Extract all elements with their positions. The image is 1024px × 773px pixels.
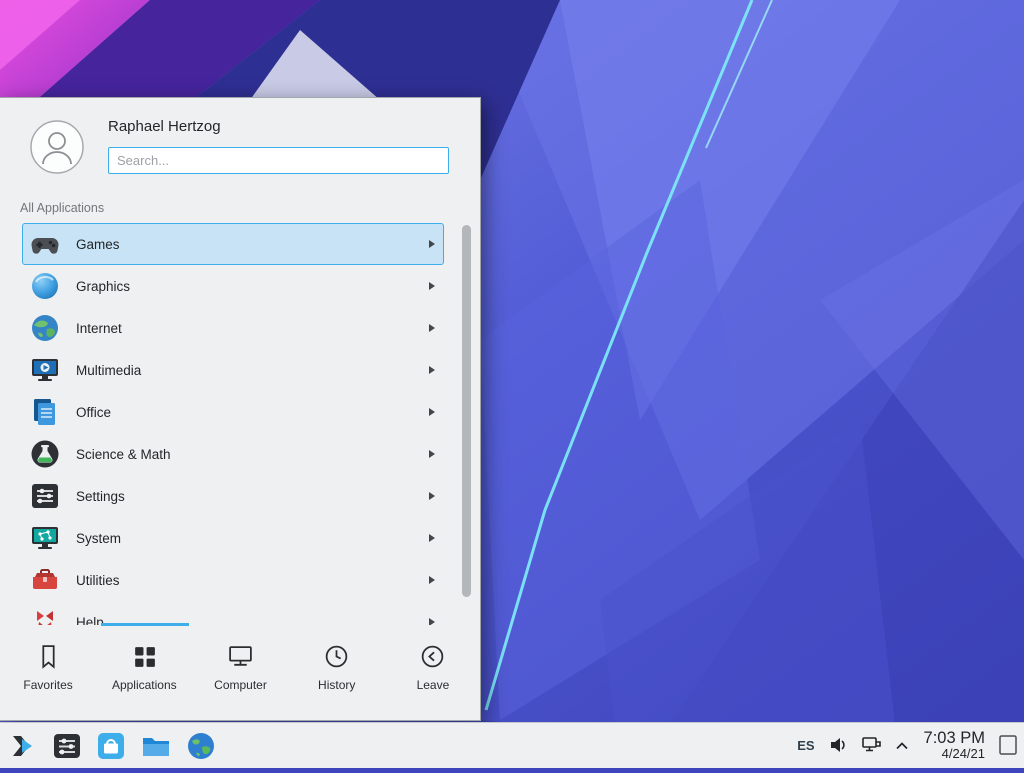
chevron-right-icon xyxy=(429,408,435,416)
tab-leave[interactable]: Leave xyxy=(385,623,481,720)
system-monitor-icon xyxy=(29,522,61,554)
graphics-orb-icon xyxy=(29,270,61,302)
category-science-math[interactable]: Science & Math xyxy=(22,433,444,475)
network-icon[interactable] xyxy=(861,735,883,755)
category-multimedia[interactable]: Multimedia xyxy=(22,349,444,391)
category-label: Science & Math xyxy=(76,447,429,462)
monitor-play-icon xyxy=(29,354,61,386)
clock-date: 4/24/21 xyxy=(924,747,985,762)
category-label: Multimedia xyxy=(76,363,429,378)
category-settings[interactable]: Settings xyxy=(22,475,444,517)
active-tab-indicator xyxy=(101,623,189,626)
chevron-right-icon xyxy=(429,240,435,248)
gamepad-icon xyxy=(29,228,61,260)
app-launcher-icon[interactable] xyxy=(8,731,38,761)
tab-favorites[interactable]: Favorites xyxy=(0,623,96,720)
category-label: Graphics xyxy=(76,279,429,294)
settings-app-icon[interactable] xyxy=(52,731,82,761)
globe-icon xyxy=(29,312,61,344)
tab-label: Favorites xyxy=(23,678,72,692)
chevron-right-icon xyxy=(429,324,435,332)
volume-icon[interactable] xyxy=(828,735,848,755)
category-label: Utilities xyxy=(76,573,429,588)
computer-icon xyxy=(227,643,254,670)
app-category-list: Games Graphics Internet xyxy=(0,223,481,625)
tab-applications[interactable]: Applications xyxy=(96,623,192,720)
flask-icon xyxy=(29,438,61,470)
user-avatar[interactable] xyxy=(30,120,84,174)
web-browser-icon[interactable] xyxy=(186,731,216,761)
user-icon xyxy=(30,120,84,174)
leave-icon xyxy=(419,643,446,670)
chevron-right-icon xyxy=(429,450,435,458)
launcher-tab-bar: Favorites Applications Computer History xyxy=(0,623,481,720)
chevron-right-icon xyxy=(429,366,435,374)
toolbox-icon xyxy=(29,564,61,596)
taskbar-launchers xyxy=(8,731,216,761)
clock-icon xyxy=(323,643,350,670)
system-tray: ES 7:03 PM 4/24/21 xyxy=(797,729,1018,762)
list-scrollbar[interactable] xyxy=(462,225,471,597)
category-label: Office xyxy=(76,405,429,420)
tray-expander-icon[interactable] xyxy=(896,741,908,750)
sliders-icon xyxy=(29,480,61,512)
category-utilities[interactable]: Utilities xyxy=(22,559,444,601)
bookmark-icon xyxy=(35,643,62,670)
category-help[interactable]: Help xyxy=(22,601,444,625)
software-center-icon[interactable] xyxy=(96,731,126,761)
category-office[interactable]: Office xyxy=(22,391,444,433)
chevron-right-icon xyxy=(429,492,435,500)
search-input[interactable] xyxy=(108,147,449,174)
clock-time: 7:03 PM xyxy=(924,729,985,747)
chevron-right-icon xyxy=(429,282,435,290)
tab-label: Applications xyxy=(112,678,177,692)
category-internet[interactable]: Internet xyxy=(22,307,444,349)
chevron-right-icon xyxy=(429,534,435,542)
tab-label: Computer xyxy=(214,678,267,692)
keyboard-layout-indicator[interactable]: ES xyxy=(797,738,814,753)
category-graphics[interactable]: Graphics xyxy=(22,265,444,307)
category-label: Internet xyxy=(76,321,429,336)
tab-label: History xyxy=(318,678,355,692)
application-launcher-menu: Raphael Hertzog All Applications Games G… xyxy=(0,97,481,721)
category-label: System xyxy=(76,531,429,546)
chevron-right-icon xyxy=(429,576,435,584)
taskbar: ES 7:03 PM 4/24/21 xyxy=(0,722,1024,768)
show-desktop-icon[interactable] xyxy=(998,731,1018,759)
tab-history[interactable]: History xyxy=(289,623,385,720)
section-label: All Applications xyxy=(20,201,104,215)
documents-icon xyxy=(29,396,61,428)
user-name: Raphael Hertzog xyxy=(108,118,221,135)
category-label: Settings xyxy=(76,489,429,504)
category-system[interactable]: System xyxy=(22,517,444,559)
file-manager-icon[interactable] xyxy=(140,731,172,761)
category-games[interactable]: Games xyxy=(22,223,444,265)
tab-computer[interactable]: Computer xyxy=(192,623,288,720)
grid-icon xyxy=(131,643,158,670)
digital-clock[interactable]: 7:03 PM 4/24/21 xyxy=(924,729,985,762)
tab-label: Leave xyxy=(417,678,450,692)
category-label: Games xyxy=(76,237,429,252)
